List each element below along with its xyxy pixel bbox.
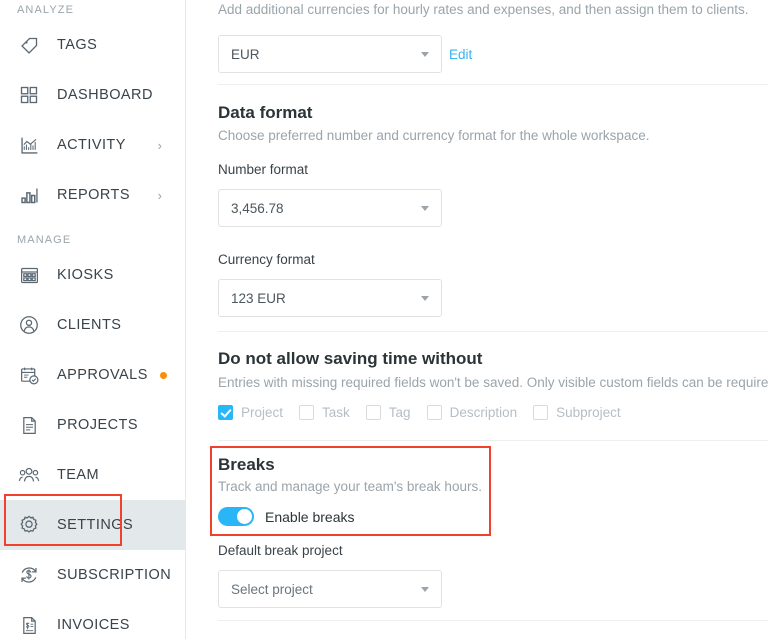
breaks-title: Breaks	[218, 455, 275, 474]
sidebar-item-settings[interactable]: SETTINGS	[0, 500, 185, 550]
checkbox-box	[218, 405, 233, 420]
approvals-notification-badge	[159, 371, 167, 379]
section-divider	[218, 440, 768, 441]
currency-format-label: Currency format	[218, 252, 315, 267]
currency-format-select[interactable]: 123 EUR	[218, 279, 442, 317]
checkbox-label: Task	[322, 405, 350, 420]
default-break-project-value: Select project	[231, 581, 313, 597]
section-divider	[218, 84, 768, 85]
checkbox-description[interactable]: Description	[426, 405, 518, 420]
sidebar-item-reports[interactable]: REPORTS ›	[0, 170, 185, 220]
kiosk-grid-icon	[17, 263, 41, 287]
checkbox-label: Project	[241, 405, 284, 420]
settings-page: ANALYZE TAGS DASHBOARD ACTIVITY › REPORT…	[0, 0, 768, 639]
subscription-dollar-refresh-icon	[17, 563, 41, 587]
activity-chart-icon	[17, 133, 41, 157]
sidebar-item-invoices[interactable]: INVOICES	[0, 600, 185, 639]
checkbox-label: Tag	[388, 405, 411, 420]
section-divider	[218, 331, 768, 332]
section-divider	[218, 620, 768, 621]
sidebar-item-activity[interactable]: ACTIVITY ›	[0, 120, 185, 170]
sidebar-item-label: DASHBOARD	[57, 87, 153, 103]
currency-format-value: 123 EUR	[231, 290, 286, 306]
sidebar-section-label-analyze: ANALYZE	[17, 4, 75, 16]
data-format-title: Data format	[218, 103, 313, 122]
sidebar-item-label: REPORTS	[57, 187, 130, 203]
tag-icon	[17, 33, 41, 57]
chevron-down-icon	[421, 295, 429, 301]
sidebar-item-team[interactable]: TEAM	[0, 450, 185, 500]
projects-document-icon	[17, 413, 41, 437]
sidebar-item-projects[interactable]: PROJECTS	[0, 400, 185, 450]
number-format-value: 3,456.78	[231, 200, 284, 216]
sidebar-item-label: ACTIVITY	[57, 137, 126, 153]
approvals-calendar-check-icon	[17, 363, 41, 387]
enable-breaks-toggle[interactable]: Enable breaks	[218, 507, 355, 526]
sidebar: ANALYZE TAGS DASHBOARD ACTIVITY › REPORT…	[0, 0, 186, 639]
sidebar-item-tags[interactable]: TAGS	[0, 20, 185, 70]
settings-content: Add additional currencies for hourly rat…	[186, 0, 768, 639]
chevron-down-icon	[421, 586, 429, 592]
toggle-switch	[218, 507, 254, 526]
currency-select[interactable]: EUR	[218, 35, 442, 73]
checkbox-box	[299, 405, 315, 420]
sidebar-item-label: CLIENTS	[57, 317, 122, 333]
currency-edit-link[interactable]: Edit	[449, 47, 472, 62]
sidebar-item-label: TAGS	[57, 37, 98, 53]
checkbox-task[interactable]: Task	[299, 405, 350, 420]
sidebar-item-kiosks[interactable]: KIOSKS	[0, 250, 185, 300]
chevron-right-icon: ›	[157, 187, 162, 203]
checkbox-project[interactable]: Project	[218, 405, 283, 420]
invoices-receipt-icon	[17, 613, 41, 637]
sidebar-item-label: SETTINGS	[57, 517, 134, 533]
default-break-project-label: Default break project	[218, 543, 343, 558]
checkbox-box	[533, 405, 549, 420]
sidebar-item-clients[interactable]: CLIENTS	[0, 300, 185, 350]
data-format-subtitle: Choose preferred number and currency for…	[218, 128, 650, 143]
sidebar-item-label: APPROVALS	[57, 367, 148, 383]
chevron-right-icon: ›	[157, 137, 162, 153]
required-fields-title: Do not allow saving time without	[218, 349, 483, 368]
sidebar-item-label: INVOICES	[57, 617, 130, 633]
gear-icon	[17, 513, 41, 537]
enable-breaks-label: Enable breaks	[265, 508, 355, 525]
checkbox-label: Description	[449, 405, 518, 420]
clients-person-icon	[17, 313, 41, 337]
required-fields-subtitle: Entries with missing required fields won…	[218, 375, 768, 390]
checkbox-tag[interactable]: Tag	[365, 405, 411, 420]
chevron-down-icon	[421, 205, 429, 211]
checkbox-label: Subproject	[556, 405, 621, 420]
checkbox-box	[365, 405, 381, 420]
default-break-project-select[interactable]: Select project	[218, 570, 442, 608]
number-format-select[interactable]: 3,456.78	[218, 189, 442, 227]
number-format-label: Number format	[218, 162, 309, 177]
breaks-subtitle: Track and manage your team's break hours…	[218, 479, 482, 494]
dashboard-icon	[17, 83, 41, 107]
currency-description: Add additional currencies for hourly rat…	[218, 2, 749, 17]
required-fields-checkbox-row: Project Task Tag Description Subproject	[218, 405, 637, 420]
chevron-down-icon	[421, 51, 429, 57]
sidebar-section-label-manage: MANAGE	[17, 234, 72, 246]
sidebar-item-dashboard[interactable]: DASHBOARD	[0, 70, 185, 120]
toggle-knob	[237, 509, 252, 524]
team-people-icon	[17, 463, 41, 487]
checkbox-box	[426, 405, 442, 420]
checkbox-subproject[interactable]: Subproject	[533, 405, 621, 420]
sidebar-item-approvals[interactable]: APPROVALS	[0, 350, 185, 400]
sidebar-item-subscription[interactable]: SUBSCRIPTION	[0, 550, 185, 600]
reports-bar-icon	[17, 183, 41, 207]
currency-select-value: EUR	[231, 46, 260, 62]
sidebar-item-label: TEAM	[57, 467, 100, 483]
sidebar-item-label: SUBSCRIPTION	[57, 567, 172, 583]
sidebar-item-label: PROJECTS	[57, 417, 138, 433]
sidebar-item-label: KIOSKS	[57, 267, 114, 283]
